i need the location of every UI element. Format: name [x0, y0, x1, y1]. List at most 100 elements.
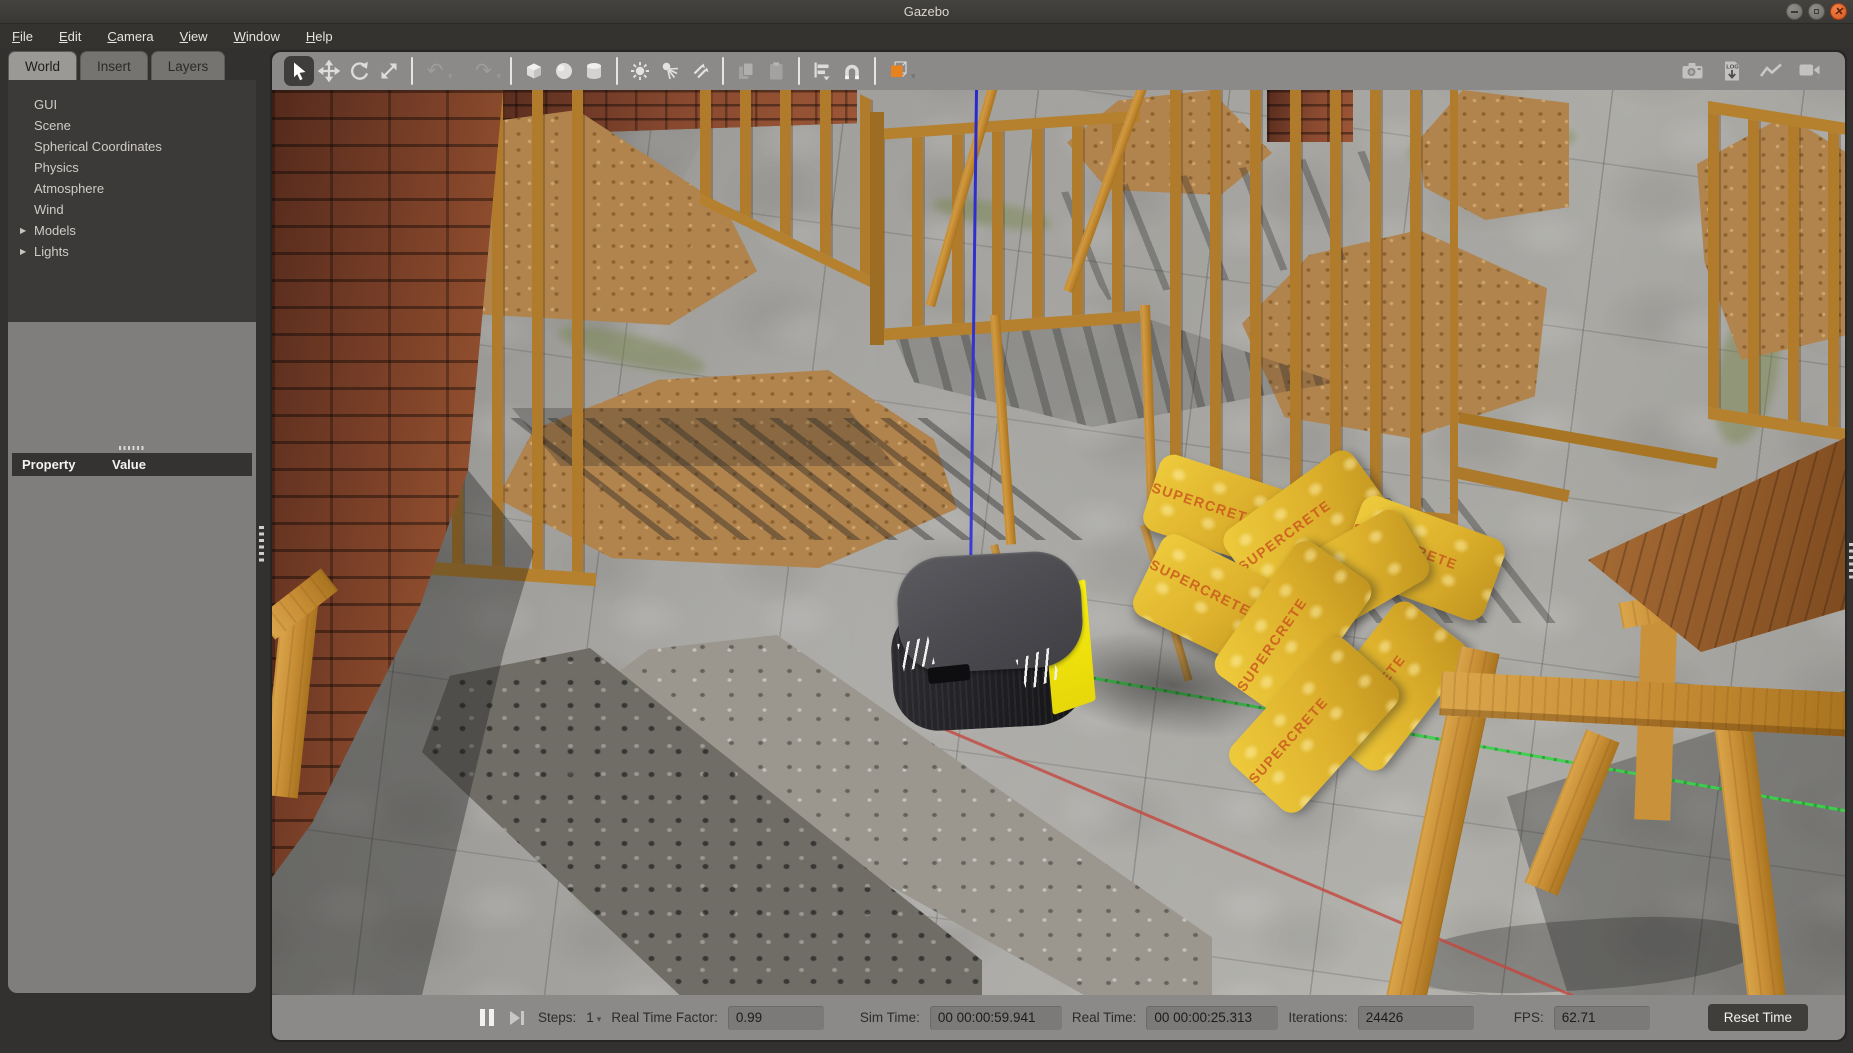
steps-spinner[interactable]: 1 ▾: [586, 1010, 601, 1025]
toolbar-right-group: LOG: [1678, 56, 1845, 86]
insert-cylinder-button[interactable]: [579, 56, 609, 86]
sphere-icon: [553, 60, 575, 82]
undo-button[interactable]: ↶: [420, 56, 450, 86]
magnet-icon: [841, 60, 863, 82]
title-bar: Gazebo ✕: [0, 0, 1853, 24]
gate-corner-post[interactable]: [870, 112, 884, 345]
video-record-button[interactable]: [1795, 56, 1825, 86]
plot-button[interactable]: [1756, 56, 1786, 86]
menu-bar: File Edit Camera View Window Help: [0, 24, 1853, 48]
insert-sphere-button[interactable]: [549, 56, 579, 86]
value-column-header: Value: [112, 457, 146, 472]
close-icon: ✕: [1831, 5, 1846, 19]
point-light-icon: [629, 60, 651, 82]
select-tool-button[interactable]: [284, 56, 314, 86]
menu-camera[interactable]: Camera: [107, 29, 153, 44]
cursor-icon: [288, 60, 310, 82]
view-angle-caret-icon[interactable]: ▾: [911, 71, 916, 82]
translate-tool-button[interactable]: [314, 56, 344, 86]
tree-item-spherical-coordinates[interactable]: Spherical Coordinates: [8, 136, 256, 157]
paste-button[interactable]: [761, 56, 791, 86]
toolbar-separator: [874, 57, 876, 85]
tree-item-models[interactable]: ▶Models: [8, 220, 256, 241]
tab-insert[interactable]: Insert: [80, 51, 148, 80]
reset-time-button[interactable]: Reset Time: [1708, 1004, 1808, 1031]
tree-item-label: GUI: [34, 97, 57, 112]
copy-button[interactable]: [731, 56, 761, 86]
toolbar-separator: [616, 57, 618, 85]
minimize-button[interactable]: [1786, 3, 1803, 20]
toolbar-separator: [798, 57, 800, 85]
rtf-field: 0.99: [728, 1006, 824, 1030]
close-button[interactable]: ✕: [1830, 3, 1847, 20]
panel-splitter-handle[interactable]: [259, 526, 264, 562]
toolbar-separator: [722, 57, 724, 85]
world-tree: GUI Scene Spherical Coordinates Physics …: [8, 80, 256, 322]
expand-arrow-icon[interactable]: ▶: [20, 226, 32, 235]
steps-value: 1: [586, 1010, 594, 1025]
rtf-label: Real Time Factor:: [611, 1010, 718, 1025]
pause-icon: [489, 1009, 494, 1026]
tree-item-wind[interactable]: Wind: [8, 199, 256, 220]
tree-item-label: Atmosphere: [34, 181, 104, 196]
point-light-button[interactable]: [625, 56, 655, 86]
toolbar-separator: [510, 57, 512, 85]
ladder-model[interactable]: [1140, 90, 1300, 310]
directional-light-button[interactable]: [685, 56, 715, 86]
rotate-tool-button[interactable]: [344, 56, 374, 86]
tree-item-label: Physics: [34, 160, 79, 175]
view-angle-button[interactable]: [883, 56, 913, 86]
tree-item-atmosphere[interactable]: Atmosphere: [8, 178, 256, 199]
render-viewport[interactable]: SUPERCRETE SUPERCRETE SUPERCRETE SUPERCR…: [272, 90, 1845, 995]
window-controls: ✕: [1786, 3, 1847, 20]
main-area: World Insert Layers GUI Scene Spherical …: [0, 48, 1853, 1053]
scale-tool-button[interactable]: [374, 56, 404, 86]
menu-edit[interactable]: Edit: [59, 29, 81, 44]
maximize-icon: [1814, 9, 1819, 14]
tree-item-physics[interactable]: Physics: [8, 157, 256, 178]
pause-button[interactable]: [480, 1009, 494, 1026]
snap-button[interactable]: [837, 56, 867, 86]
bag-label: SUPERCRETE: [1147, 556, 1253, 619]
tab-layers[interactable]: Layers: [151, 51, 226, 80]
menu-view[interactable]: View: [180, 29, 208, 44]
iterations-label: Iterations:: [1288, 1010, 1347, 1025]
maximize-button[interactable]: [1808, 3, 1825, 20]
log-record-button[interactable]: LOG: [1717, 56, 1747, 86]
tree-item-gui[interactable]: GUI: [8, 94, 256, 115]
fence-frame-model[interactable]: [1708, 101, 1845, 441]
steps-caret-icon: ▾: [597, 1014, 602, 1025]
paste-icon: [765, 60, 787, 82]
panel-tab-bar: World Insert Layers: [8, 51, 225, 80]
step-button[interactable]: [510, 1011, 524, 1025]
step-icon: [510, 1011, 520, 1025]
tree-item-scene[interactable]: Scene: [8, 115, 256, 136]
move-icon: [318, 60, 340, 82]
expand-arrow-icon[interactable]: ▶: [20, 247, 32, 256]
spot-light-button[interactable]: [655, 56, 685, 86]
tree-item-label: Lights: [34, 244, 69, 259]
redo-history-caret-icon[interactable]: ▾: [497, 71, 502, 82]
tab-world[interactable]: World: [8, 51, 77, 80]
plot-icon: [1758, 60, 1784, 82]
render-frame: ↶ ▾ ↷ ▾: [270, 50, 1847, 1042]
iterations-field: 24426: [1358, 1006, 1474, 1030]
view-cube-icon: [886, 59, 910, 83]
steps-label: Steps:: [538, 1010, 576, 1025]
menu-window[interactable]: Window: [234, 29, 280, 44]
screenshot-button[interactable]: [1678, 56, 1708, 86]
insert-box-button[interactable]: [519, 56, 549, 86]
menu-help[interactable]: Help: [306, 29, 333, 44]
redo-button[interactable]: ↷: [469, 56, 499, 86]
right-splitter-handle[interactable]: [1849, 543, 1853, 579]
tree-item-label: Models: [34, 223, 76, 238]
cylinder-icon: [583, 60, 605, 82]
pause-icon: [480, 1009, 485, 1026]
undo-history-caret-icon[interactable]: ▾: [448, 71, 453, 82]
real-time-label: Real Time:: [1072, 1010, 1137, 1025]
align-button[interactable]: [807, 56, 837, 86]
tree-item-lights[interactable]: ▶Lights: [8, 241, 256, 262]
menu-file[interactable]: File: [12, 29, 33, 44]
directional-light-icon: [689, 60, 711, 82]
property-splitter-handle[interactable]: [119, 446, 145, 450]
